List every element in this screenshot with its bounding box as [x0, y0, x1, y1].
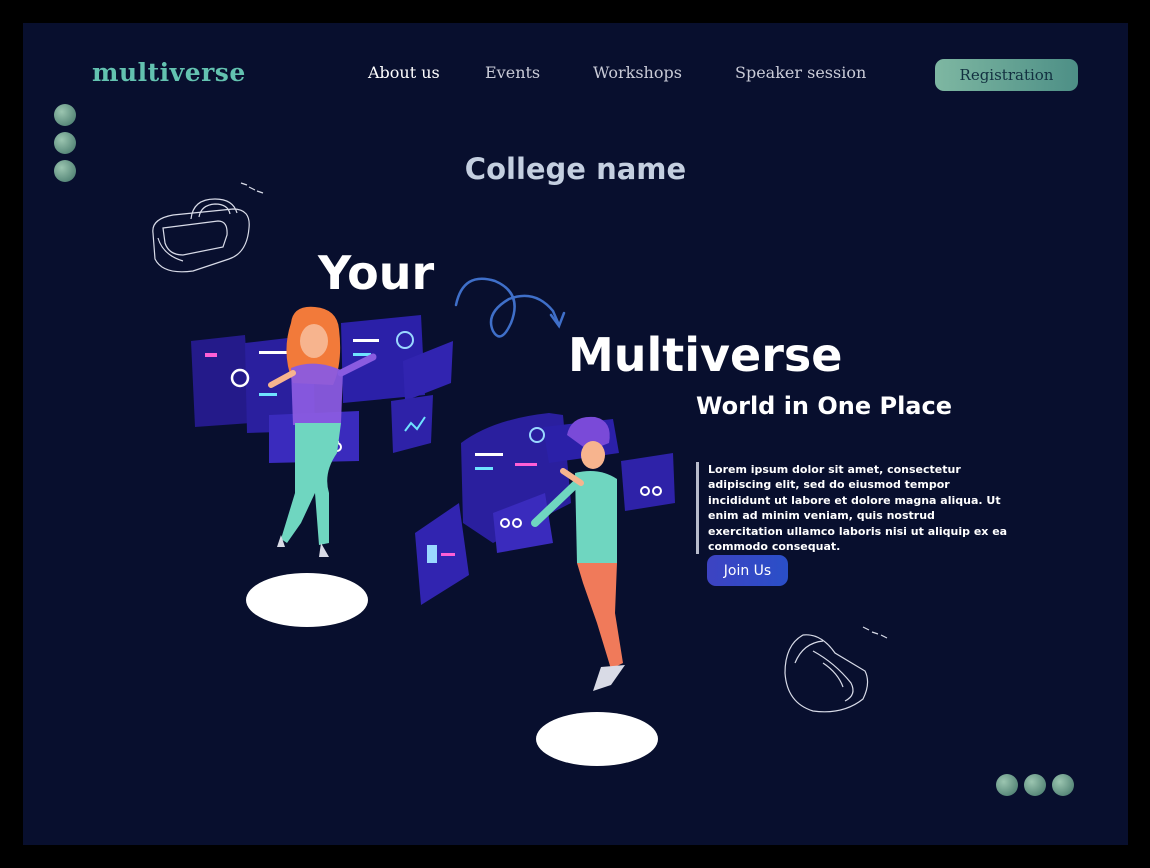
hero-heading-multiverse: Multiverse: [568, 328, 843, 382]
pager-dot[interactable]: [1024, 774, 1046, 796]
pager-dot[interactable]: [996, 774, 1018, 796]
hero-heading-your: Your: [318, 246, 435, 300]
pager-dot[interactable]: [1052, 774, 1074, 796]
join-us-button[interactable]: Join Us: [707, 555, 788, 586]
vr-headset-icon: [784, 626, 888, 713]
platform-ellipse: [536, 712, 658, 766]
hero-description: Lorem ipsum dolor sit amet, consectetur …: [696, 462, 1008, 555]
landing-page: multiverse About us Events Workshops Spe…: [23, 23, 1128, 845]
platform-ellipse: [246, 573, 368, 627]
curved-arrow-icon: [454, 277, 566, 338]
hero-tagline: World in One Place: [696, 392, 953, 420]
vr-headset-icon: [152, 182, 264, 273]
